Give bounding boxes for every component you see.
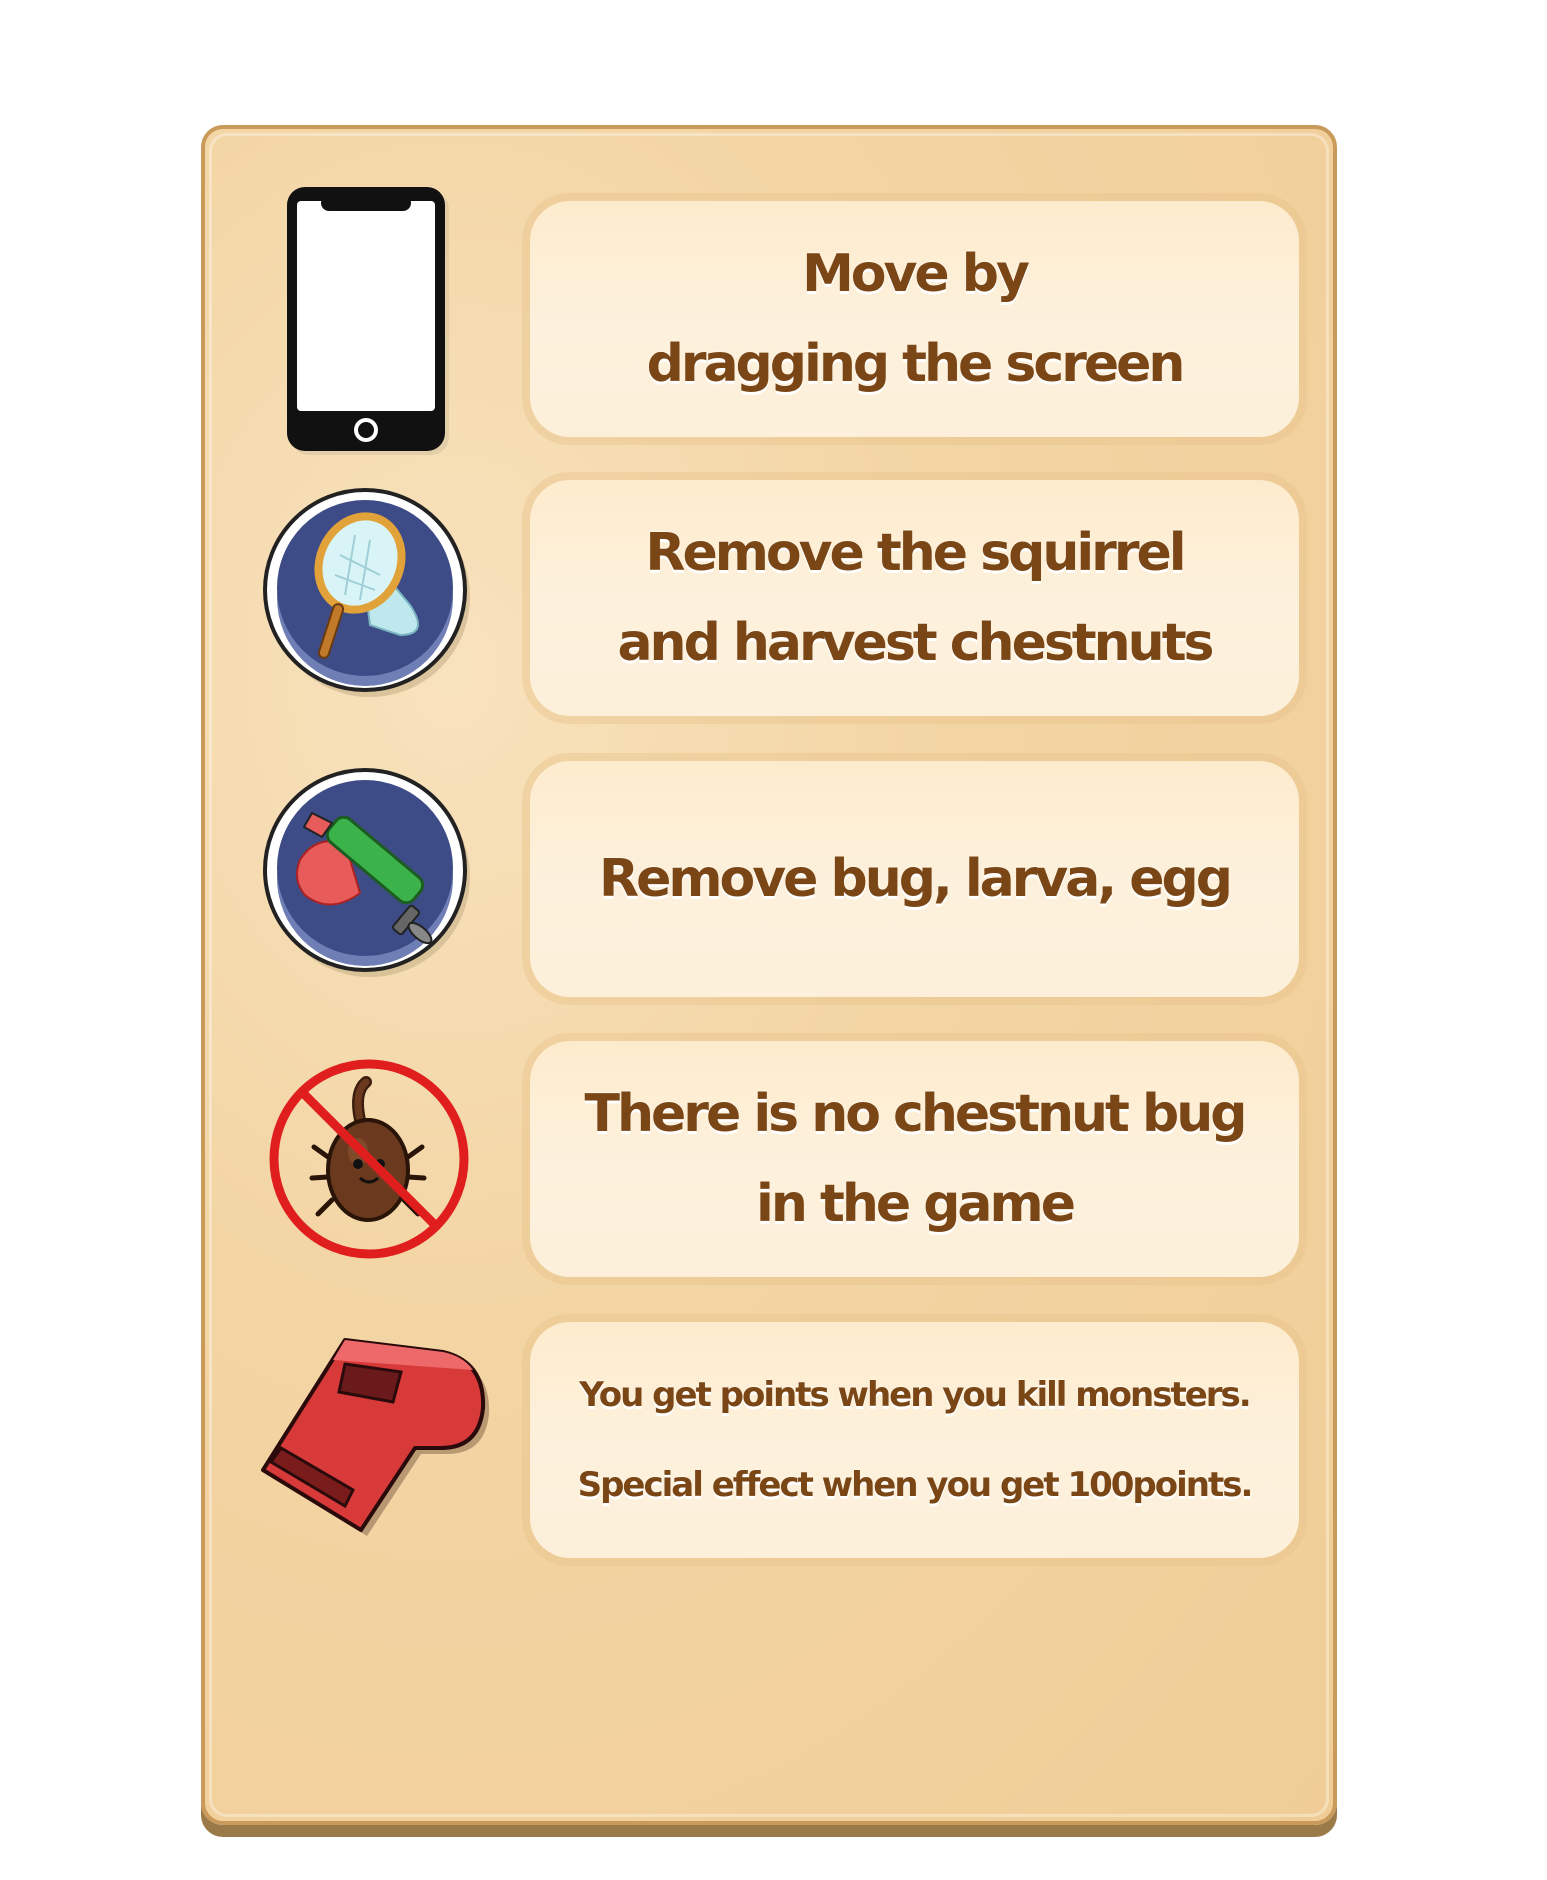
smartphone-icon bbox=[285, 185, 455, 460]
instruction-line: You get points when you kill monsters. bbox=[579, 1375, 1251, 1415]
instruction-card-squirrel: Remove the squirrel and harvest chestnut… bbox=[530, 480, 1299, 716]
instruction-card-bug: Remove bug, larva, egg bbox=[530, 761, 1299, 997]
instruction-line: Special effect when you get 100points. bbox=[577, 1465, 1254, 1505]
instruction-line: and harvest chestnuts bbox=[617, 613, 1214, 673]
instruction-line: There is no chestnut bug bbox=[584, 1084, 1248, 1144]
instruction-card-no-bug: There is no chestnut bug in the game bbox=[530, 1041, 1299, 1277]
bug-net-icon bbox=[260, 485, 475, 705]
whistle-icon bbox=[253, 1330, 493, 1545]
instruction-line: Remove bug, larva, egg bbox=[599, 849, 1233, 909]
instruction-line: in the game bbox=[756, 1174, 1076, 1234]
instruction-card-move: Move by dragging the screen bbox=[530, 201, 1299, 437]
instruction-line: Move by bbox=[802, 244, 1030, 304]
instruction-line: dragging the screen bbox=[646, 334, 1186, 394]
instruction-line: Remove the squirrel bbox=[645, 523, 1186, 583]
help-screen: Move by dragging the screen Remove the s… bbox=[0, 0, 1547, 1880]
instruction-card-points: You get points when you kill monsters. S… bbox=[530, 1322, 1299, 1558]
pesticide-sprayer-icon bbox=[260, 765, 475, 985]
no-bug-icon bbox=[262, 1052, 477, 1267]
